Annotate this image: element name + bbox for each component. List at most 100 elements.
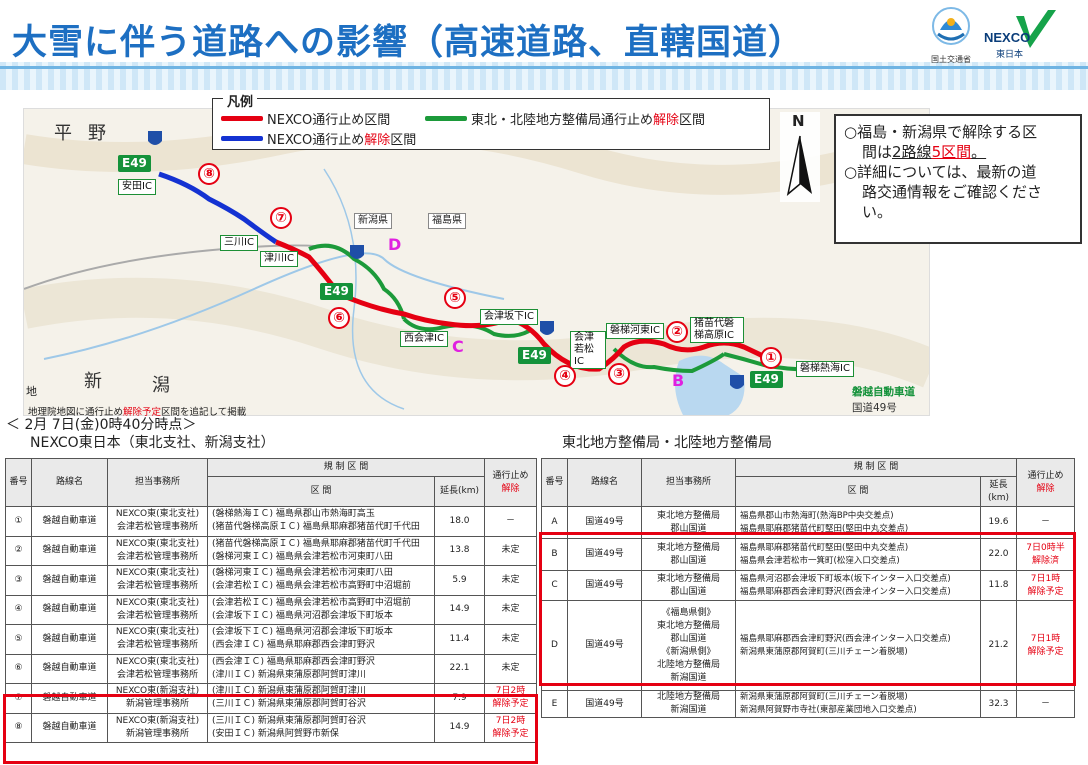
col-no: 番号 xyxy=(5,458,32,507)
cell-section: (磐梯熱海ＩＣ) 福島県郡山市熱海町高玉 (猪苗代磐梯高原ＩＣ) 福島県耶麻郡猪苗… xyxy=(207,506,435,537)
cell-status: 未定 xyxy=(484,594,537,625)
office-line: NEXCO東(東北支社) xyxy=(115,509,200,520)
cell-route: 磐越自動車道 xyxy=(31,506,108,537)
marker-2: ② xyxy=(666,321,688,343)
col-route: 路線名 xyxy=(31,458,108,507)
section-line: 新潟県東蒲原郡阿賀町(三川チェーン着脱場) xyxy=(740,646,908,657)
cell-office: NEXCO東(東北支社) 会津若松管理事務所 xyxy=(107,535,208,566)
col-no: 番号 xyxy=(541,458,568,507)
left-table-heading: NEXCO東日本（東北支社、新潟支社） xyxy=(30,435,275,451)
status-line: 7日1時 xyxy=(1030,633,1061,644)
cell-length: 18.0 xyxy=(434,506,485,537)
status-line: 7日0時半 xyxy=(1026,542,1065,553)
office-line: 郡山国道 xyxy=(670,523,707,534)
section-line: 福島県郡山市熱海町(熱海BP中央交差点) xyxy=(740,510,894,521)
cell-section: (磐梯河東ＩＣ) 福島県会津若松市河東町八田 (会津若松ＩＣ) 福島県会津若松市高… xyxy=(207,565,435,596)
cell-no: ③ xyxy=(5,565,32,596)
marker-7: ⑦ xyxy=(270,207,292,229)
office-line: NEXCO東(東北支社) xyxy=(115,627,200,638)
office-line: 会津若松管理事務所 xyxy=(116,669,198,680)
office-line: NEXCO東(東北支社) xyxy=(115,656,200,667)
cell-no: ⑧ xyxy=(5,712,32,743)
status-line: 未定 xyxy=(501,633,520,644)
office-line: 東北地方整備局 xyxy=(656,510,720,521)
route-shield-icon xyxy=(540,321,554,335)
cell-section: (西会津ＩＣ) 福島県耶麻郡西会津町野沢 (津川ＩＣ) 新潟県東蒲原郡阿賀町津川 xyxy=(207,653,435,684)
col-route: 路線名 xyxy=(567,458,642,507)
cell-section: (会津坂下ＩＣ) 福島県河沼郡会津坂下町坂本 (西会津ＩＣ) 福島県耶麻郡西会津町… xyxy=(207,624,435,655)
table-row: ⑤ 磐越自動車道 NEXCO東(東北支社) 会津若松管理事務所 (会津坂下ＩＣ) 福島県… xyxy=(5,624,537,655)
col-status: 通行止め 解除 xyxy=(1016,458,1075,507)
cell-route: 国道49号 xyxy=(567,690,642,718)
status-line: 7日2時 xyxy=(495,715,526,726)
cell-length: 19.6 xyxy=(980,506,1017,539)
cell-length: 11.4 xyxy=(434,624,485,655)
office-line: 会津若松管理事務所 xyxy=(116,522,198,533)
cell-no: B xyxy=(541,538,568,571)
pref-niigata: 新潟県 xyxy=(354,213,392,229)
cell-status: － xyxy=(1016,506,1075,539)
section-line: (磐梯熱海ＩＣ) 福島県郡山市熱海町高玉 xyxy=(212,509,375,520)
col-office: 担当事務所 xyxy=(641,458,736,507)
cell-route: 磐越自動車道 xyxy=(31,624,108,655)
mlit-table: 番号 路線名 担当事務所 規 制 区 間 通行止め 解除 区 間 延長(km) A… xyxy=(541,458,1075,718)
ic-aizubange: 会津坂下IC xyxy=(480,309,538,325)
section-line: 新潟県阿賀野市寺社(東部産業団地入口交差点) xyxy=(740,705,917,715)
section-line: (会津若松ＩＣ) 福島県会津若松市高野町中沼堀前 xyxy=(212,597,411,608)
cell-section: 福島県耶麻郡猪苗代町堅田(堅田中丸交差点) 福島県会津若松市一箕町(松窪入口交差点… xyxy=(735,538,981,571)
marker-8: ⑧ xyxy=(198,163,220,185)
col-regulation: 規 制 区 間 xyxy=(735,458,1017,477)
legend-title: 凡例 xyxy=(223,91,258,110)
office-line: 北陸地方整備局 xyxy=(656,692,720,702)
cell-status: － xyxy=(484,506,537,537)
cell-section: 福島県耶麻郡西会津町野沢(西会津インター入口交差点) 新潟県東蒲原郡阿賀町(三川チ… xyxy=(735,600,981,691)
legend-swatch-tohoku xyxy=(425,116,467,121)
cell-no: E xyxy=(541,690,568,718)
office-line: NEXCO東(東北支社) xyxy=(115,597,200,608)
office-line: 東北地方整備局 xyxy=(656,573,720,584)
road-label: 磐越自動車道 xyxy=(852,386,915,398)
table-row: A 国道49号 東北地方整備局 郡山国道 福島県郡山市熱海町(熱海BP中央交差点) 福島県… xyxy=(541,506,1075,539)
table-row: C 国道49号 東北地方整備局 郡山国道 福島県河沼郡会津坂下町坂本(坂下インター入口交… xyxy=(541,570,1075,601)
cell-office: 《福島県側》 東北地方整備局 郡山国道 《新潟県側》 北陸地方整備局 新潟国道 xyxy=(641,600,736,691)
north-label: N xyxy=(792,112,805,130)
section-line: 福島県耶麻郡猪苗代町堅田(堅田中丸交差点) xyxy=(740,542,909,553)
cell-length: 14.9 xyxy=(434,712,485,743)
table-row: ⑧ 磐越自動車道 NEXCO東(新潟支社) 新潟管理事務所 (三川ＩＣ) 新潟県東蒲原郡… xyxy=(5,712,537,743)
section-line: (猪苗代磐梯高原ＩＣ) 福島県耶麻郡猪苗代町千代田 xyxy=(212,522,420,533)
office-line: 《福島県側》 xyxy=(661,607,716,618)
letter-d: D xyxy=(388,235,402,254)
e49-badge-1: E49 xyxy=(118,155,151,172)
section-line: 福島県会津若松市一箕町(松窪入口交差点) xyxy=(740,555,900,566)
section-line: (西会津ＩＣ) 福島県耶麻郡西会津町野沢 xyxy=(212,656,375,667)
note-line-5: い。 xyxy=(862,203,893,221)
e49-badge-3: E49 xyxy=(518,347,551,364)
cell-status: 7日1時 解除予定 xyxy=(1016,570,1075,601)
section-line: 新潟県東蒲原郡阿賀町(三川チェーン着脱場) xyxy=(740,692,908,702)
cell-no: ④ xyxy=(5,594,32,625)
status-line: 未定 xyxy=(501,604,520,615)
cell-status: 7日2時 解除予定 xyxy=(484,712,537,743)
status-line: 7日1時 xyxy=(1030,573,1061,584)
cell-route: 国道49号 xyxy=(567,570,642,601)
table-row: B 国道49号 東北地方整備局 郡山国道 福島県耶麻郡猪苗代町堅田(堅田中丸交差点) 福島… xyxy=(541,538,1075,571)
table-row: E 国道49号 北陸地方整備局 新潟国道 新潟県東蒲原郡阿賀町(三川チェーン着脱場) 新潟… xyxy=(541,690,1075,718)
cell-route: 磐越自動車道 xyxy=(31,535,108,566)
road-label-49: 国道49号 xyxy=(852,402,897,414)
cell-section: 福島県郡山市熱海町(熱海BP中央交差点) 福島県耶麻郡猪苗代町堅田(堅田中丸交差点… xyxy=(735,506,981,539)
cell-length: 13.8 xyxy=(434,535,485,566)
cell-length: 21.2 xyxy=(980,600,1017,691)
cell-section: (猪苗代磐梯高原ＩＣ) 福島県耶麻郡猪苗代町千代田 (磐梯河東ＩＣ) 福島県会津若… xyxy=(207,535,435,566)
section-line: (津川ＩＣ) 新潟県東蒲原郡阿賀町津川 xyxy=(212,686,366,697)
office-line: 新潟管理事務所 xyxy=(125,699,189,710)
cell-section: (津川ＩＣ) 新潟県東蒲原郡阿賀町津川 (三川ＩＣ) 新潟県東蒲原郡阿賀町谷沢 xyxy=(207,683,435,714)
ic-bandai-atami: 磐梯熱海IC xyxy=(796,361,854,377)
marker-3: ③ xyxy=(608,363,630,385)
office-line: 会津若松管理事務所 xyxy=(116,551,198,562)
col-length: 延長(km) xyxy=(434,476,485,507)
section-line: (会津若松ＩＣ) 福島県会津若松市高野町中沼堀前 xyxy=(212,581,411,592)
cell-no: C xyxy=(541,570,568,601)
status-line: 解除予定 xyxy=(492,699,529,710)
cell-length: 22.1 xyxy=(434,653,485,684)
status-line: 未定 xyxy=(501,663,520,674)
